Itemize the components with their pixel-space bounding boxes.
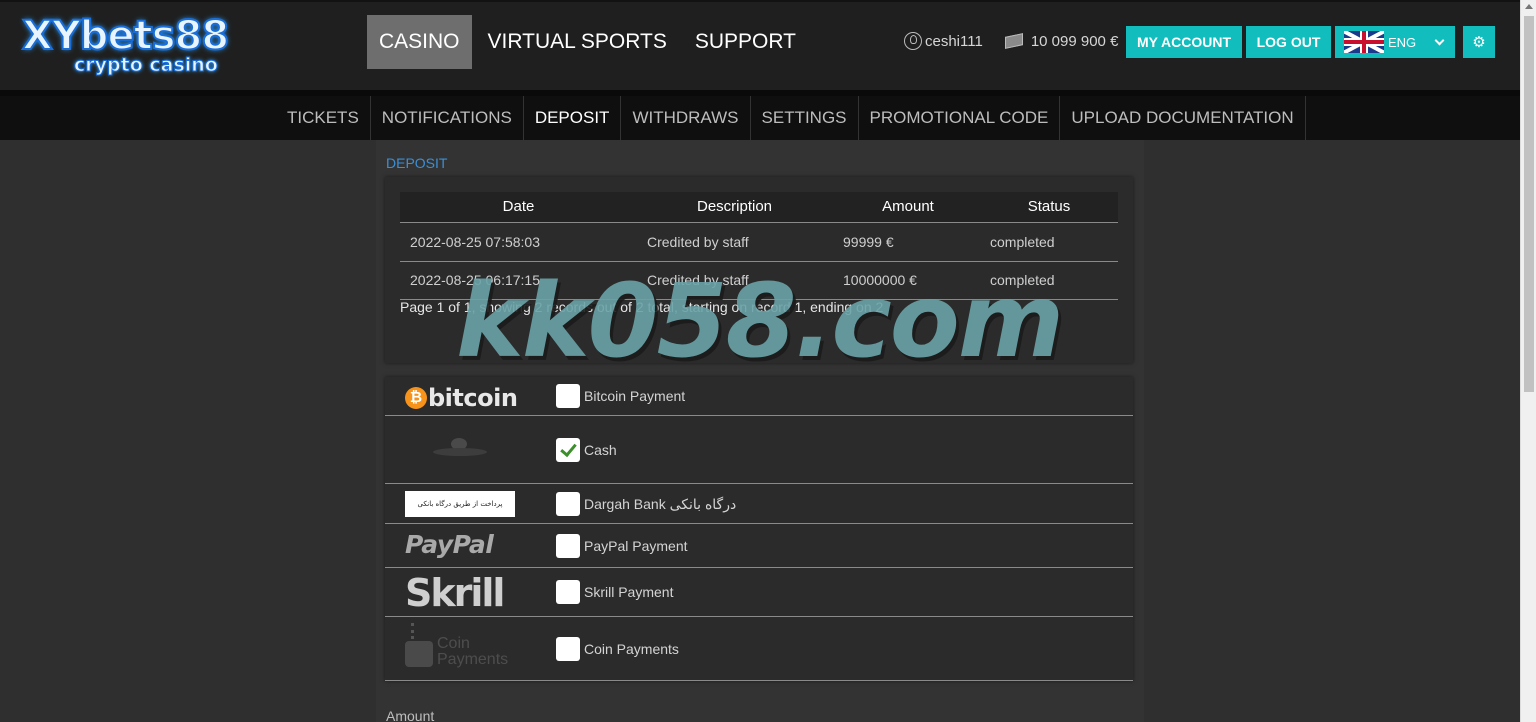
skrill-logo: Skrill <box>405 571 505 615</box>
tab-tickets[interactable]: TICKETS <box>276 96 371 140</box>
column-description: Description <box>696 198 773 215</box>
column-status: Status <box>1027 198 1071 215</box>
nav-casino[interactable]: CASINO <box>367 15 472 69</box>
language-label: ENG <box>1388 34 1417 50</box>
coinpayments-label: Coin Payments <box>584 641 679 657</box>
cell-description: Credited by staff <box>647 234 749 250</box>
chevron-down-icon <box>1434 35 1445 45</box>
bitcoin-logo: ₿ bitcoin <box>405 384 518 412</box>
cell-date: 2022-08-25 07:58:03 <box>410 234 540 250</box>
bitcoin-label: Bitcoin Payment <box>584 388 686 404</box>
dargah-label: Dargah Bank درگاه بانکی <box>584 496 737 512</box>
payment-option-skrill: Skrill Skrill Payment <box>385 568 1133 617</box>
payment-option-coinpayments: Coin Payments Coin Payments <box>385 617 1133 681</box>
user-icon <box>904 32 922 50</box>
site-logo[interactable]: XYbets88 crypto casino <box>21 12 262 80</box>
bitcoin-logo-text: bitcoin <box>428 384 518 412</box>
tab-notifications[interactable]: NOTIFICATIONS <box>371 96 524 140</box>
balance: 10 099 900 € <box>1030 32 1119 50</box>
section-title: DEPOSIT <box>386 155 448 171</box>
nav-virtual-sports[interactable]: VIRTUAL SPORTS <box>476 15 679 69</box>
column-amount: Amount <box>882 198 934 215</box>
scroll-thumb[interactable] <box>1524 16 1534 392</box>
dargah-logo: پرداخت از طریق درگاه بانکی <box>405 491 515 517</box>
payment-option-cash: Cash <box>385 416 1133 484</box>
logo-main-text: XYbets88 <box>21 12 230 60</box>
table-header: Date Description Amount Status <box>400 192 1118 223</box>
top-header: XYbets88 crypto casino CASINO VIRTUAL SP… <box>0 0 1536 90</box>
username: ceshi111 <box>925 32 983 50</box>
amount-label: Amount <box>386 708 435 722</box>
money-icon <box>1004 33 1023 49</box>
tab-withdraws[interactable]: WITHDRAWS <box>621 96 751 140</box>
language-select[interactable]: ENG <box>1335 26 1455 58</box>
page: XYbets88 crypto casino CASINO VIRTUAL SP… <box>0 0 1536 722</box>
watermark: kk058.com <box>456 262 1064 381</box>
main-nav: CASINO VIRTUAL SPORTS SUPPORT <box>367 15 812 69</box>
coinpayments-checkbox[interactable] <box>556 637 580 661</box>
paypal-checkbox[interactable] <box>556 534 580 558</box>
tab-promotional-code[interactable]: PROMOTIONAL CODE <box>859 96 1061 140</box>
coinpayments-logo-line2: Payments <box>437 651 509 668</box>
settings-button[interactable]: ⚙ <box>1463 26 1495 58</box>
wallet-icon <box>405 641 433 667</box>
payment-methods-card: ₿ bitcoin Bitcoin Payment Cash پرداخت از… <box>385 377 1133 681</box>
cash-label: Cash <box>584 442 617 458</box>
account-subnav: TICKETS NOTIFICATIONS DEPOSIT WITHDRAWS … <box>276 96 1306 140</box>
my-account-button[interactable]: MY ACCOUNT <box>1126 26 1242 58</box>
dargah-checkbox[interactable] <box>556 492 580 516</box>
column-date: Date <box>502 198 535 215</box>
cell-amount: 99999 € <box>843 234 894 250</box>
bitcoin-checkbox[interactable] <box>556 384 580 408</box>
tab-settings[interactable]: SETTINGS <box>751 96 859 140</box>
deposit-panel: DEPOSIT Date Description Amount Status 2… <box>376 140 1144 722</box>
scroll-up-icon[interactable] <box>1525 4 1533 9</box>
skrill-checkbox[interactable] <box>556 580 580 604</box>
logo-sub-text: crypto casino <box>74 54 219 77</box>
page-scrollbar[interactable] <box>1520 0 1536 722</box>
coinpayments-logo: Coin Payments <box>405 623 517 671</box>
table-row: 2022-08-25 07:58:03 Credited by staff 99… <box>400 224 1118 262</box>
nav-support[interactable]: SUPPORT <box>683 15 808 69</box>
paypal-label: PayPal Payment <box>584 538 688 554</box>
cash-checkbox[interactable] <box>556 438 580 462</box>
tab-upload-documentation[interactable]: UPLOAD DOCUMENTATION <box>1060 96 1306 140</box>
tab-deposit[interactable]: DEPOSIT <box>524 96 622 140</box>
cell-status: completed <box>990 234 1055 250</box>
cash-icon <box>433 438 489 464</box>
skrill-label: Skrill Payment <box>584 584 674 600</box>
gear-icon: ⚙ <box>1472 34 1486 51</box>
payment-option-dargah: پرداخت از طریق درگاه بانکی Dargah Bank د… <box>385 484 1133 524</box>
paypal-logo: PayPal <box>405 530 494 559</box>
payment-option-bitcoin: ₿ bitcoin Bitcoin Payment <box>385 377 1133 416</box>
uk-flag-icon <box>1344 31 1384 53</box>
logout-button[interactable]: LOG OUT <box>1246 26 1331 58</box>
user-info: ceshi111 10 099 900 € <box>904 29 1118 53</box>
bitcoin-icon: ₿ <box>405 387 427 409</box>
payment-option-paypal: PayPal PayPal Payment <box>385 524 1133 568</box>
